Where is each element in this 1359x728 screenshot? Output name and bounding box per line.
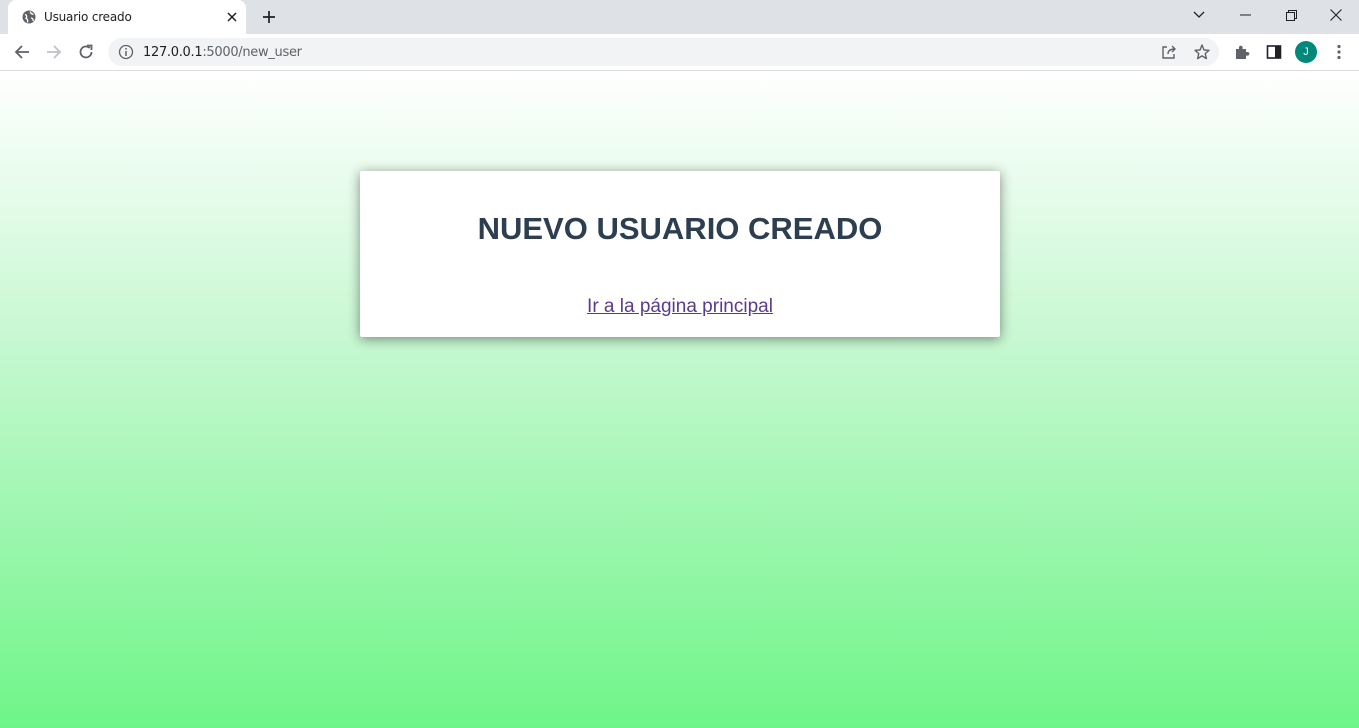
forward-button[interactable] [40,38,68,66]
address-bar[interactable]: 127.0.0.1:5000/new_user [108,38,1219,66]
page-title: NUEVO USUARIO CREADO [477,211,883,246]
url-path: :5000/new_user [202,45,302,60]
minimize-button[interactable] [1222,0,1268,30]
back-button[interactable] [8,38,36,66]
tab-search-button[interactable] [1176,0,1222,30]
bookmark-star-icon[interactable] [1193,43,1211,61]
side-panel-icon[interactable] [1260,38,1288,66]
extensions-icon[interactable] [1228,38,1256,66]
url-host: 127.0.0.1 [143,45,203,60]
confirmation-card: NUEVO USUARIO CREADO Ir a la página prin… [360,171,1000,337]
close-window-button[interactable] [1313,0,1359,30]
share-icon[interactable] [1160,43,1178,61]
page-viewport: NUEVO USUARIO CREADO Ir a la página prin… [0,71,1359,728]
browser-tab[interactable]: Usuario creado [8,0,246,34]
home-link[interactable]: Ir a la página principal [360,296,1000,318]
reload-button[interactable] [72,38,100,66]
profile-avatar[interactable]: J [1295,41,1317,63]
globe-icon [21,9,37,25]
info-icon[interactable] [118,44,134,60]
menu-kebab-icon[interactable] [1325,38,1353,66]
tab-title: Usuario creado [44,10,132,24]
browser-toolbar: 127.0.0.1:5000/new_user J [0,34,1359,71]
new-tab-button[interactable] [258,6,280,28]
restore-button[interactable] [1268,0,1314,30]
tab-close-icon[interactable] [224,9,240,25]
url-text: 127.0.0.1:5000/new_user [143,45,302,60]
tab-strip: Usuario creado [0,0,1359,34]
